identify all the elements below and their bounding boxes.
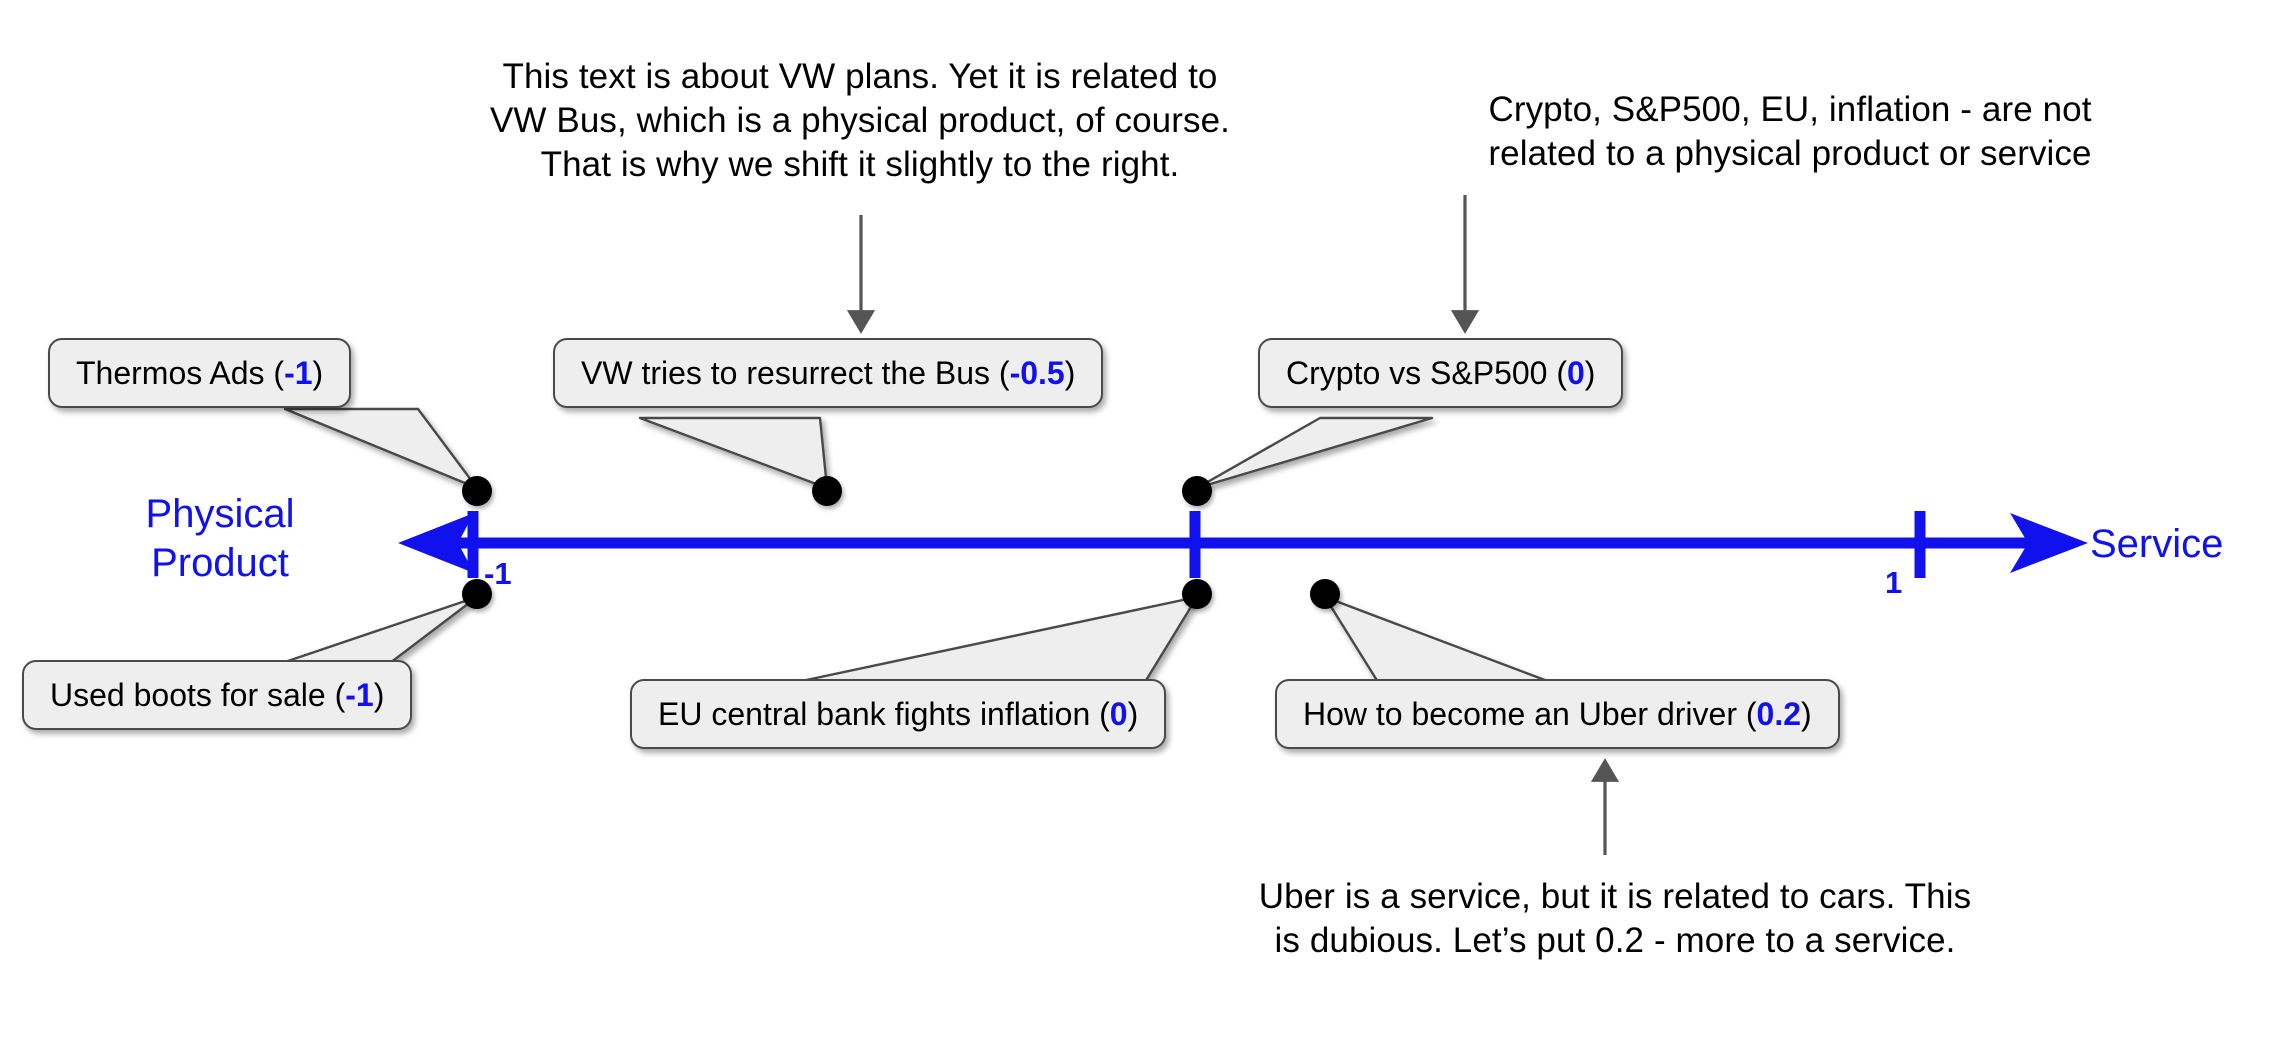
callout-eu-text: EU central bank fights inflation ( [658,696,1110,732]
callout-crypto-value: 0 [1567,355,1585,391]
callout-eu-paren: ) [1127,696,1139,732]
axis-group [398,511,2088,578]
axis-tick-label-minus1: -1 [484,556,512,591]
callout-thermos-ads[interactable]: Thermos Ads (-1) [48,338,352,408]
callout-uber-text: How to become an Uber driver ( [1303,696,1757,732]
tail-uber [1323,595,1552,684]
callout-used-boots[interactable]: Used boots for sale (-1) [22,660,413,730]
point-thermos[interactable] [462,476,492,506]
annotation-crypto-note: Crypto, S&P500, EU, inflation - are not … [1488,90,2092,173]
callout-eu-inflation[interactable]: EU central bank fights inflation (0) [630,679,1167,749]
callout-thermos-paren: ) [312,355,324,391]
point-vw[interactable] [812,476,842,506]
annotation-uber-note: Uber is a service, but it is related to … [1258,877,1972,960]
point-crypto[interactable] [1182,476,1212,506]
point-eu[interactable] [1182,579,1212,609]
callout-boots-text: Used boots for sale ( [50,677,346,713]
tail-boots [280,595,479,665]
tail-eu [795,595,1199,684]
tail-vw [638,416,829,490]
axis-label-service: Service [2090,522,2224,566]
callout-crypto-text: Crypto vs S&P500 ( [1286,355,1567,391]
callout-crypto-sp500[interactable]: Crypto vs S&P500 (0) [1258,338,1624,408]
callout-uber-driver[interactable]: How to become an Uber driver (0.2) [1275,679,1840,749]
callout-crypto-paren: ) [1584,355,1596,391]
callout-vw-text: VW tries to resurrect the Bus ( [581,355,1010,391]
point-uber[interactable] [1310,579,1340,609]
callout-vw-paren: ) [1064,355,1076,391]
callout-eu-value: 0 [1109,696,1128,732]
axis-label-physical-product: Physical Product [145,492,295,585]
callout-boots-value: -1 [345,677,374,713]
callout-thermos-value: -1 [284,355,313,391]
callout-thermos-text: Thermos Ads ( [76,355,285,391]
axis-tick-label-one: 1 [1885,565,1903,600]
tail-crypto [1195,416,1434,490]
callout-uber-paren: ) [1801,696,1812,732]
callout-uber-value: 0.2 [1756,696,1801,732]
annotation-vw-note: This text is about VW plans. Yet it is r… [489,57,1230,184]
callout-boots-paren: ) [373,677,385,713]
callout-vw-bus[interactable]: VW tries to resurrect the Bus (-0.5) [553,338,1104,408]
tail-thermos [283,407,479,490]
callout-vw-value: -0.5 [1009,355,1065,391]
annotation-arrows [846,195,1620,855]
diagram-canvas: Physical Product Service -1 1 This text … [0,0,2280,1046]
